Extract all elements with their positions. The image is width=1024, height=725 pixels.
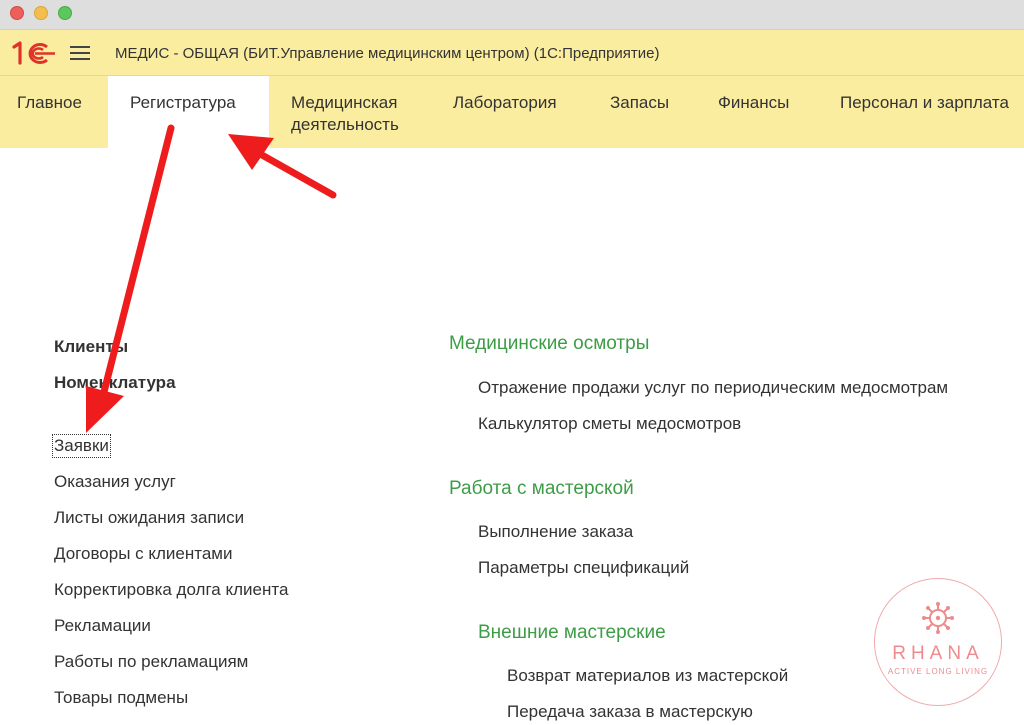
nav-medical-activity[interactable]: Медицинская деятельность [269,76,431,148]
sections-navbar: Главное Регистратура Медицинская деятель… [0,76,1024,148]
group-title-workshop: Работа с мастерской [449,478,634,499]
link-requests[interactable]: Заявки [52,434,111,458]
link-exam-estimate-calculator[interactable]: Калькулятор сметы медосмотров [478,414,741,434]
group-title-external-workshops: Внешние мастерские [478,622,666,643]
app-title: МЕДИС - ОБЩАЯ (БИТ.Управление медицински… [115,45,660,62]
link-client-contracts[interactable]: Договоры с клиентами [54,544,232,564]
link-services-rendered[interactable]: Оказания услуг [54,472,176,492]
group-title-medical-exams: Медицинские осмотры [449,333,650,354]
app-header: МЕДИС - ОБЩАЯ (БИТ.Управление медицински… [0,30,1024,76]
nav-stock[interactable]: Запасы [588,76,696,148]
minimize-window-button[interactable] [34,6,48,20]
nav-finance[interactable]: Финансы [696,76,818,148]
link-claim-works[interactable]: Работы по рекламациям [54,652,248,672]
link-claims[interactable]: Рекламации [54,616,151,636]
link-nomenclature[interactable]: Номенклатура [54,373,176,393]
nav-laboratory[interactable]: Лаборатория [431,76,588,148]
1c-logo-icon[interactable] [11,40,55,66]
link-clients[interactable]: Клиенты [54,337,128,357]
link-debt-adjustment[interactable]: Корректировка долга клиента [54,580,288,600]
link-periodic-exam-sales[interactable]: Отражение продажи услуг по периодическим… [478,378,948,398]
link-order-execution[interactable]: Выполнение заказа [478,522,633,542]
nav-main[interactable]: Главное [0,76,108,148]
nav-registry[interactable]: Регистратура [108,76,269,148]
link-waiting-lists[interactable]: Листы ожидания записи [54,508,244,528]
zoom-window-button[interactable] [58,6,72,20]
link-replacement-goods[interactable]: Товары подмены [54,688,188,708]
nav-personnel-salary[interactable]: Персонал и зарплата [818,76,1024,148]
virus-logo-icon [922,602,954,634]
close-window-button[interactable] [10,6,24,20]
link-materials-return[interactable]: Возврат материалов из мастерской [507,666,788,686]
link-specification-params[interactable]: Параметры спецификаций [478,558,689,578]
window-titlebar [0,0,1024,30]
watermark-brand: RHANA [892,643,984,664]
hamburger-menu-icon[interactable] [70,43,92,63]
watermark: RHANA ACTIVE LONG LIVING [874,578,1002,706]
watermark-tagline: ACTIVE LONG LIVING [887,667,989,676]
link-order-transfer[interactable]: Передача заказа в мастерскую [507,702,753,722]
